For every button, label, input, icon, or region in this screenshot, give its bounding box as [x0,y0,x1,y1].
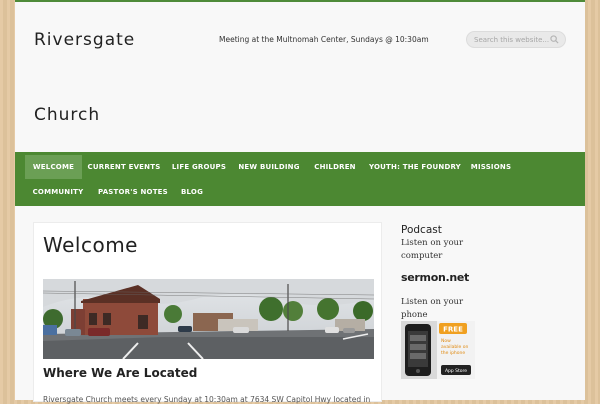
ad-line-1: Now [441,338,451,344]
sermon-net-logo[interactable]: sermon.net [401,266,475,284]
app-store-badge: App Store [445,368,467,374]
ad-line-3: the iphone [441,350,465,356]
page-title: Welcome [43,233,138,257]
free-badge: FREE [443,326,463,334]
search-input[interactable] [474,35,552,44]
site-title[interactable]: Riversgate [34,30,135,50]
nav-item-missions[interactable]: MISSIONS [467,155,515,179]
iphone-ad-graphic: FREE Now available on the iphone App Sto… [401,321,475,379]
site-tagline: Meeting at the Multnomah Center, Sundays… [219,35,429,44]
site-header: Riversgate Church Meeting at the Multnom… [15,2,585,152]
listen-computer-text: Listen on your computer [401,238,464,261]
nav-item-welcome[interactable]: WELCOME [25,155,82,179]
site-title-second-line[interactable]: Church [34,105,100,125]
ad-line-2: available on [441,344,468,350]
nav-item-new-building[interactable]: NEW BUILDING [237,155,301,179]
podcast-widget-title: Podcast [401,224,442,236]
location-panorama-image [43,279,374,359]
nav-item-youth-the-foundry[interactable]: YOUTH: THE FOUNDRY [369,155,461,179]
nav-item-life-groups[interactable]: LIFE GROUPS [170,155,228,179]
location-heading: Where We Are Located [43,366,198,380]
search-icon[interactable] [550,35,559,44]
search-box[interactable] [466,31,566,48]
nav-item-community[interactable]: COMMUNITY [29,180,87,204]
main-nav: WELCOME CURRENT EVENTS LIFE GROUPS NEW B… [15,152,585,206]
iphone-app-ad[interactable]: FREE Now available on the iphone App Sto… [401,321,475,379]
nav-item-children[interactable]: CHILDREN [310,155,360,179]
page-container: Riversgate Church Meeting at the Multnom… [15,0,585,404]
nav-item-pastors-notes[interactable]: PASTOR'S NOTES [98,180,168,204]
nav-item-current-events[interactable]: CURRENT EVENTS [87,155,161,179]
main-content: Welcome Where We Are Located Riversgate … [33,222,382,404]
sermon-net-logo-text: sermon.net [401,271,470,284]
nav-item-blog[interactable]: BLOG [178,180,206,204]
listen-phone-text: Listen on your phone [401,297,464,320]
